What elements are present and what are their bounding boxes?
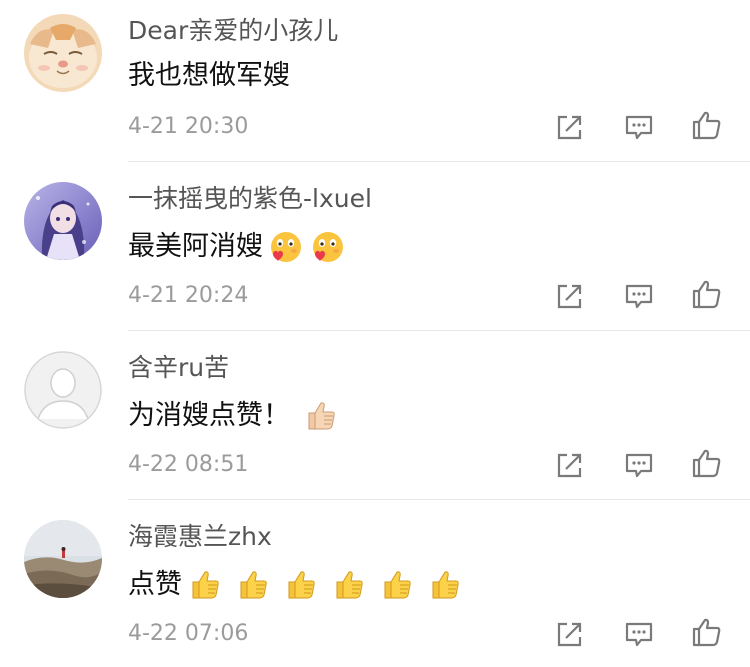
comment-text: 为消嫂点赞！ — [128, 399, 338, 433]
thumbs-up-emoji — [192, 571, 219, 599]
heart-face-emoji — [271, 232, 301, 262]
reply-button[interactable] — [622, 448, 656, 482]
comment-timestamp: 4-21 20:24 — [128, 283, 249, 308]
avatar[interactable] — [24, 14, 102, 92]
share-icon — [557, 453, 582, 478]
like-button[interactable] — [690, 446, 724, 480]
comment-item: 海霞惠兰zhx 点赞 4-22 07:06 — [0, 500, 750, 667]
share-icon — [557, 622, 582, 647]
comment-item: 含辛ru苦 为消嫂点赞！ 4-22 08:51 — [0, 331, 750, 500]
comment-item: 一抹摇曳的紫色-lxuel 最美阿消嫂 4-21 20:24 — [0, 162, 750, 331]
comment-text: 最美阿消嫂 — [128, 230, 345, 264]
comment-timestamp: 4-22 07:06 — [128, 621, 249, 646]
comment-text: 我也想做军嫂 — [128, 60, 290, 92]
like-icon — [692, 111, 721, 140]
avatar[interactable] — [24, 520, 102, 598]
comment-username[interactable]: Dear亲爱的小孩儿 — [128, 16, 338, 46]
thumbs-up-emoji — [432, 571, 459, 599]
like-button[interactable] — [690, 108, 724, 142]
avatar[interactable] — [24, 182, 102, 260]
thumbs-up-emoji — [336, 571, 363, 599]
like-icon — [692, 449, 721, 478]
share-icon — [557, 284, 582, 309]
like-button[interactable] — [690, 615, 724, 649]
avatar[interactable] — [24, 351, 102, 429]
reply-icon — [625, 622, 653, 647]
comment-text-body: 点赞 — [128, 569, 182, 600]
like-icon — [692, 618, 721, 647]
comment-username[interactable]: 海霞惠兰zhx — [128, 522, 272, 552]
default-avatar — [24, 351, 102, 429]
thumbs-up-emoji — [308, 402, 335, 430]
comment-username[interactable]: 含辛ru苦 — [128, 353, 229, 383]
share-button[interactable] — [553, 617, 587, 651]
reply-button[interactable] — [622, 110, 656, 144]
reply-icon — [625, 115, 653, 140]
reply-icon — [625, 284, 653, 309]
comment-text: 点赞 — [128, 568, 462, 602]
like-icon — [692, 280, 721, 309]
share-button[interactable] — [553, 448, 587, 482]
comment-item: Dear亲爱的小孩儿 我也想做军嫂 4-21 20:30 — [0, 0, 750, 162]
comment-text-body: 为消嫂点赞！ — [128, 400, 290, 431]
share-icon — [557, 115, 582, 140]
reply-button[interactable] — [622, 617, 656, 651]
comment-username[interactable]: 一抹摇曳的紫色-lxuel — [128, 184, 372, 214]
comment-timestamp: 4-22 08:51 — [128, 452, 249, 477]
comment-text-body: 最美阿消嫂 — [128, 231, 263, 262]
share-button[interactable] — [553, 279, 587, 313]
landscape-avatar — [24, 520, 102, 598]
reply-icon — [625, 453, 653, 478]
reply-button[interactable] — [622, 279, 656, 313]
comment-text-body: 我也想做军嫂 — [128, 60, 290, 91]
heart-face-emoji — [313, 232, 343, 262]
comment-timestamp: 4-21 20:30 — [128, 114, 249, 139]
anime-girl-avatar — [24, 182, 102, 260]
thumbs-up-emoji — [240, 571, 267, 599]
thumbs-up-emoji — [384, 571, 411, 599]
share-button[interactable] — [553, 110, 587, 144]
thumbs-up-emoji — [288, 571, 315, 599]
like-button[interactable] — [690, 277, 724, 311]
cat-avatar — [24, 14, 102, 92]
